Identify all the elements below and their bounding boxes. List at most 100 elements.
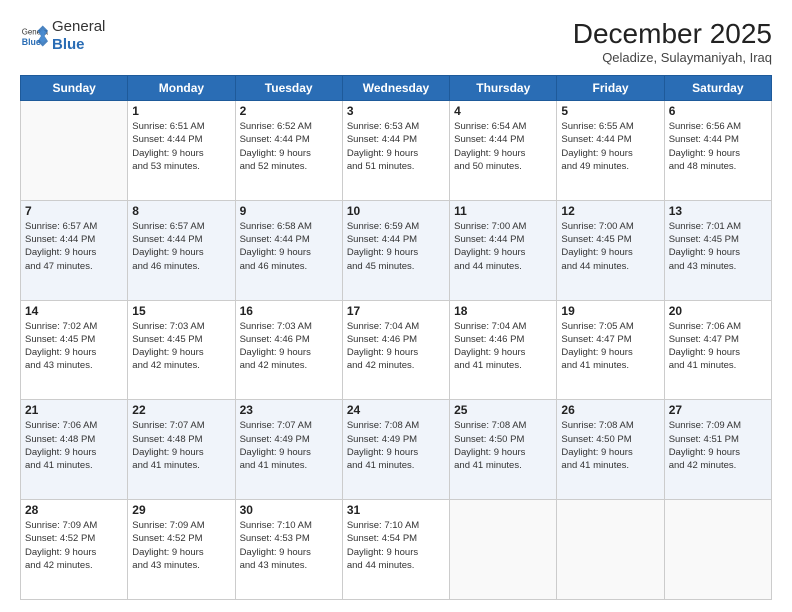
table-cell: 13 Sunrise: 7:01 AM Sunset: 4:45 PM Dayli… (664, 200, 771, 300)
table-cell: 8Sunrise: 6:57 AM Sunset: 4:44 PM Daylig… (128, 200, 235, 300)
title-block: December 2025 Qeladize, Sulaymaniyah, Ir… (573, 18, 772, 65)
table-cell: 28Sunrise: 7:09 AM Sunset: 4:52 PM Dayli… (21, 500, 128, 600)
logo-icon: General Blue (20, 22, 48, 50)
day-info: Sunrise: 6:53 AM Sunset: 4:44 PM Dayligh… (347, 120, 445, 173)
day-number: 13 (669, 204, 767, 218)
day-info: Sunrise: 7:01 AM Sunset: 4:45 PM Dayligh… (669, 220, 767, 273)
table-cell: 29Sunrise: 7:09 AM Sunset: 4:52 PM Dayli… (128, 500, 235, 600)
day-number: 16 (240, 304, 338, 318)
day-info: Sunrise: 7:03 AM Sunset: 4:46 PM Dayligh… (240, 320, 338, 373)
day-number: 8 (132, 204, 230, 218)
day-number: 30 (240, 503, 338, 517)
table-cell: 26 Sunrise: 7:08 AM Sunset: 4:50 PM Dayli… (557, 400, 664, 500)
calendar-table: Sunday Monday Tuesday Wednesday Thursday… (20, 75, 772, 600)
day-number: 18 (454, 304, 552, 318)
table-cell: 30 Sunrise: 7:10 AM Sunset: 4:53 PM Dayli… (235, 500, 342, 600)
day-number: 9 (240, 204, 338, 218)
day-info: Sunrise: 6:58 AM Sunset: 4:44 PM Dayligh… (240, 220, 338, 273)
table-cell: 31Sunrise: 7:10 AM Sunset: 4:54 PM Dayli… (342, 500, 449, 600)
col-wednesday: Wednesday (342, 76, 449, 101)
logo-blue-text: Blue (52, 36, 105, 54)
day-info: Sunrise: 7:08 AM Sunset: 4:49 PM Dayligh… (347, 419, 445, 472)
day-info: Sunrise: 6:52 AM Sunset: 4:44 PM Dayligh… (240, 120, 338, 173)
table-cell: 16 Sunrise: 7:03 AM Sunset: 4:46 PM Dayli… (235, 300, 342, 400)
day-info: Sunrise: 7:06 AM Sunset: 4:47 PM Dayligh… (669, 320, 767, 373)
day-number: 24 (347, 403, 445, 417)
table-cell (557, 500, 664, 600)
day-info: Sunrise: 7:04 AM Sunset: 4:46 PM Dayligh… (454, 320, 552, 373)
day-number: 31 (347, 503, 445, 517)
day-number: 19 (561, 304, 659, 318)
day-number: 1 (132, 104, 230, 118)
calendar-week-row: 14Sunrise: 7:02 AM Sunset: 4:45 PM Dayli… (21, 300, 772, 400)
table-cell: 23Sunrise: 7:07 AM Sunset: 4:49 PM Dayli… (235, 400, 342, 500)
table-cell: 10Sunrise: 6:59 AM Sunset: 4:44 PM Dayli… (342, 200, 449, 300)
calendar-header-row: Sunday Monday Tuesday Wednesday Thursday… (21, 76, 772, 101)
day-info: Sunrise: 7:04 AM Sunset: 4:46 PM Dayligh… (347, 320, 445, 373)
header: General Blue General Blue December 2025 … (20, 18, 772, 65)
day-number: 27 (669, 403, 767, 417)
day-info: Sunrise: 6:51 AM Sunset: 4:44 PM Dayligh… (132, 120, 230, 173)
table-cell: 22 Sunrise: 7:07 AM Sunset: 4:48 PM Dayli… (128, 400, 235, 500)
table-cell: 4 Sunrise: 6:54 AM Sunset: 4:44 PM Daylig… (450, 101, 557, 201)
table-cell: 1 Sunrise: 6:51 AM Sunset: 4:44 PM Daylig… (128, 101, 235, 201)
table-cell: 2 Sunrise: 6:52 AM Sunset: 4:44 PM Daylig… (235, 101, 342, 201)
calendar-week-row: 1 Sunrise: 6:51 AM Sunset: 4:44 PM Daylig… (21, 101, 772, 201)
calendar-week-row: 7 Sunrise: 6:57 AM Sunset: 4:44 PM Daylig… (21, 200, 772, 300)
table-cell: 14Sunrise: 7:02 AM Sunset: 4:45 PM Dayli… (21, 300, 128, 400)
page: General Blue General Blue December 2025 … (0, 0, 792, 612)
table-cell (21, 101, 128, 201)
day-number: 20 (669, 304, 767, 318)
day-number: 2 (240, 104, 338, 118)
logo: General Blue General Blue (20, 18, 105, 54)
table-cell: 24 Sunrise: 7:08 AM Sunset: 4:49 PM Dayli… (342, 400, 449, 500)
day-number: 12 (561, 204, 659, 218)
table-cell: 6Sunrise: 6:56 AM Sunset: 4:44 PM Daylig… (664, 101, 771, 201)
day-info: Sunrise: 7:07 AM Sunset: 4:49 PM Dayligh… (240, 419, 338, 472)
day-number: 17 (347, 304, 445, 318)
day-info: Sunrise: 7:08 AM Sunset: 4:50 PM Dayligh… (561, 419, 659, 472)
day-number: 7 (25, 204, 123, 218)
day-info: Sunrise: 7:07 AM Sunset: 4:48 PM Dayligh… (132, 419, 230, 472)
day-number: 3 (347, 104, 445, 118)
table-cell: 19Sunrise: 7:05 AM Sunset: 4:47 PM Dayli… (557, 300, 664, 400)
table-cell (450, 500, 557, 600)
table-cell: 17 Sunrise: 7:04 AM Sunset: 4:46 PM Dayli… (342, 300, 449, 400)
table-cell: 9 Sunrise: 6:58 AM Sunset: 4:44 PM Daylig… (235, 200, 342, 300)
day-info: Sunrise: 7:09 AM Sunset: 4:51 PM Dayligh… (669, 419, 767, 472)
day-number: 4 (454, 104, 552, 118)
col-tuesday: Tuesday (235, 76, 342, 101)
day-number: 15 (132, 304, 230, 318)
table-cell: 7 Sunrise: 6:57 AM Sunset: 4:44 PM Daylig… (21, 200, 128, 300)
table-cell: 20 Sunrise: 7:06 AM Sunset: 4:47 PM Dayli… (664, 300, 771, 400)
day-info: Sunrise: 6:56 AM Sunset: 4:44 PM Dayligh… (669, 120, 767, 173)
day-info: Sunrise: 6:57 AM Sunset: 4:44 PM Dayligh… (25, 220, 123, 273)
day-info: Sunrise: 7:06 AM Sunset: 4:48 PM Dayligh… (25, 419, 123, 472)
day-info: Sunrise: 7:00 AM Sunset: 4:45 PM Dayligh… (561, 220, 659, 273)
day-info: Sunrise: 6:59 AM Sunset: 4:44 PM Dayligh… (347, 220, 445, 273)
table-cell: 5Sunrise: 6:55 AM Sunset: 4:44 PM Daylig… (557, 101, 664, 201)
col-sunday: Sunday (21, 76, 128, 101)
table-cell: 15 Sunrise: 7:03 AM Sunset: 4:45 PM Dayli… (128, 300, 235, 400)
calendar-week-row: 28 Sunrise: 7:09 AM Sunset: 4:52 PM Dayli… (21, 500, 772, 600)
day-info: Sunrise: 7:00 AM Sunset: 4:44 PM Dayligh… (454, 220, 552, 273)
col-monday: Monday (128, 76, 235, 101)
day-info: Sunrise: 7:08 AM Sunset: 4:50 PM Dayligh… (454, 419, 552, 472)
day-number: 22 (132, 403, 230, 417)
month-year: December 2025 (573, 18, 772, 50)
logo-general-text: General (52, 18, 105, 36)
day-info: Sunrise: 7:03 AM Sunset: 4:45 PM Dayligh… (132, 320, 230, 373)
table-cell: 27 Sunrise: 7:09 AM Sunset: 4:51 PM Dayli… (664, 400, 771, 500)
table-cell: 12 Sunrise: 7:00 AM Sunset: 4:45 PM Dayli… (557, 200, 664, 300)
day-info: Sunrise: 6:54 AM Sunset: 4:44 PM Dayligh… (454, 120, 552, 173)
day-number: 5 (561, 104, 659, 118)
day-info: Sunrise: 7:10 AM Sunset: 4:53 PM Dayligh… (240, 519, 338, 572)
table-cell: 18 Sunrise: 7:04 AM Sunset: 4:46 PM Dayli… (450, 300, 557, 400)
day-number: 21 (25, 403, 123, 417)
day-number: 26 (561, 403, 659, 417)
day-number: 11 (454, 204, 552, 218)
table-cell: 3 Sunrise: 6:53 AM Sunset: 4:44 PM Daylig… (342, 101, 449, 201)
day-number: 25 (454, 403, 552, 417)
day-number: 28 (25, 503, 123, 517)
day-info: Sunrise: 7:09 AM Sunset: 4:52 PM Dayligh… (132, 519, 230, 572)
